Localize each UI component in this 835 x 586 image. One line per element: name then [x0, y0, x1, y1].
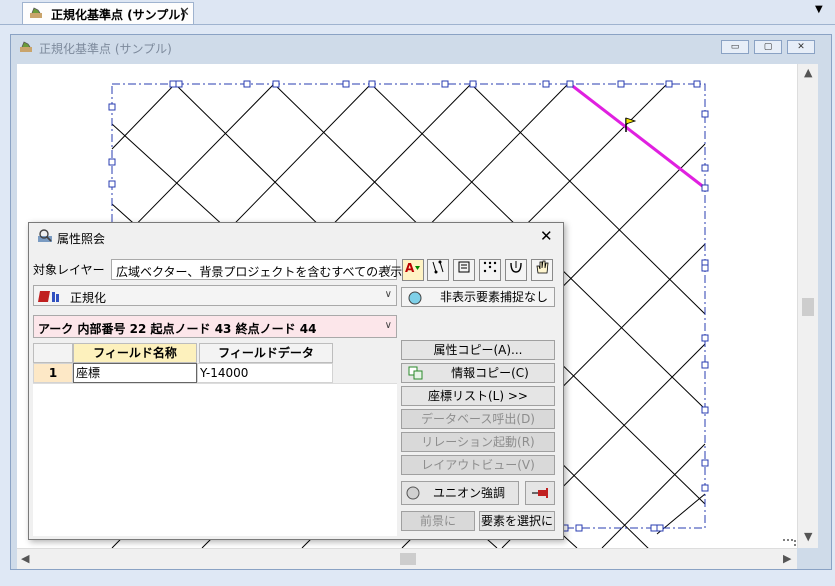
pin-button[interactable]: [525, 481, 555, 505]
hidden-snap-label: 非表示要素捕捉なし: [440, 290, 549, 304]
pick-connect-button[interactable]: [505, 259, 527, 281]
attribute-dialog: 属性照会 ✕ 対象レイヤー 広域ベクター、背景プロジェクトを含むすべての表示 ∨…: [28, 222, 564, 540]
grid-cell-field-name[interactable]: 座標: [73, 363, 197, 383]
layout-view-button[interactable]: レイアウトビュー(V): [401, 455, 555, 475]
union-label: ユニオン強調: [432, 486, 505, 500]
scroll-right-icon[interactable]: ▶: [783, 552, 791, 565]
union-highlight-button[interactable]: ユニオン強調: [401, 481, 519, 505]
pick-area-button[interactable]: [453, 259, 475, 281]
target-layer-value: 広域ベクター、背景プロジェクトを含むすべての表示: [116, 265, 403, 279]
document-tab-bar: 正規化基準点 (サンプル) ✕ ▼: [0, 0, 835, 25]
arc-info-value: アーク 内部番号 22 起点ノード 43 終点ノード 44: [38, 322, 317, 336]
window-close-button[interactable]: ✕: [787, 40, 815, 54]
attr-copy-button[interactable]: 属性コピー(A)...: [401, 340, 555, 360]
points-icon: [483, 261, 497, 273]
inspect-icon: [38, 229, 52, 242]
pick-points-button[interactable]: [479, 259, 501, 281]
horizontal-scrollbar[interactable]: ◀ ▶: [17, 548, 797, 569]
tab-label: 正規化基準点 (サンプル): [51, 8, 186, 22]
grid-header-field-data[interactable]: フィールドデータ: [199, 343, 333, 363]
pan-hand-button[interactable]: [531, 259, 553, 281]
globe-icon: [408, 291, 422, 305]
grid-empty-area: [33, 383, 397, 536]
layer-name-select[interactable]: 正規化 ∨: [33, 285, 397, 306]
selected-arc: [569, 82, 706, 190]
window-title: 正規化基準点 (サンプル): [39, 42, 172, 56]
info-copy-button[interactable]: 情報コピー(C): [401, 363, 555, 383]
chevron-down-icon[interactable]: ▼: [815, 4, 823, 15]
chevron-down-icon: ∨: [384, 289, 392, 300]
chevron-down-icon: ∨: [384, 263, 392, 274]
grid-cell-field-data[interactable]: Y-14000: [197, 363, 333, 383]
layer-book-icon: [38, 291, 59, 302]
node-icon: [432, 260, 444, 274]
radio-icon: [406, 486, 420, 500]
relation-button[interactable]: リレーション起動(R): [401, 432, 555, 452]
db-call-button[interactable]: データベース呼出(D): [401, 409, 555, 429]
dialog-title: 属性照会: [57, 232, 106, 246]
scroll-left-icon[interactable]: ◀: [21, 552, 29, 565]
close-icon[interactable]: ✕: [179, 5, 190, 20]
pin-icon: [532, 488, 548, 498]
pick-node-button[interactable]: [427, 259, 449, 281]
pick-attr-button[interactable]: A: [402, 259, 424, 281]
arc-info-select[interactable]: アーク 内部番号 22 起点ノード 43 終点ノード 44 ∨: [33, 315, 397, 338]
connect-icon: [510, 261, 522, 273]
vertical-scrollbar[interactable]: ▲ ▼: [797, 64, 818, 548]
close-icon[interactable]: ✕: [540, 227, 553, 245]
scroll-down-icon[interactable]: ▼: [804, 530, 812, 543]
scroll-up-icon[interactable]: ▲: [804, 66, 812, 79]
target-layer-select[interactable]: 広域ベクター、背景プロジェクトを含むすべての表示 ∨: [111, 259, 402, 280]
coord-list-button[interactable]: 座標リスト(L) >>: [401, 386, 555, 406]
svg-text:A: A: [405, 261, 415, 274]
maximize-button[interactable]: ▢: [754, 40, 782, 54]
h-scroll-thumb[interactable]: [400, 553, 416, 565]
copy-icon: [408, 366, 423, 380]
select-element-button[interactable]: 要素を選択に: [479, 511, 555, 531]
grid-corner: [33, 343, 73, 363]
info-copy-label: 情報コピー(C): [451, 366, 529, 380]
minimize-button[interactable]: ▭: [721, 40, 749, 54]
chevron-down-icon: ∨: [384, 320, 392, 331]
hand-icon: [536, 260, 549, 274]
hidden-snap-toggle[interactable]: 非表示要素捕捉なし: [401, 287, 555, 307]
document-tab[interactable]: 正規化基準点 (サンプル) ✕: [22, 2, 194, 24]
area-icon: [458, 261, 470, 273]
layer-name-value: 正規化: [70, 291, 107, 305]
foreground-button[interactable]: 前景に: [401, 511, 475, 531]
layer-label: 対象レイヤー: [33, 263, 105, 277]
scroll-thumb[interactable]: [802, 298, 814, 316]
map-icon: [20, 41, 32, 52]
grid-row-number: 1: [33, 363, 73, 383]
grid-header-field-name[interactable]: フィールド名称: [73, 343, 197, 363]
map-icon: [30, 7, 42, 18]
